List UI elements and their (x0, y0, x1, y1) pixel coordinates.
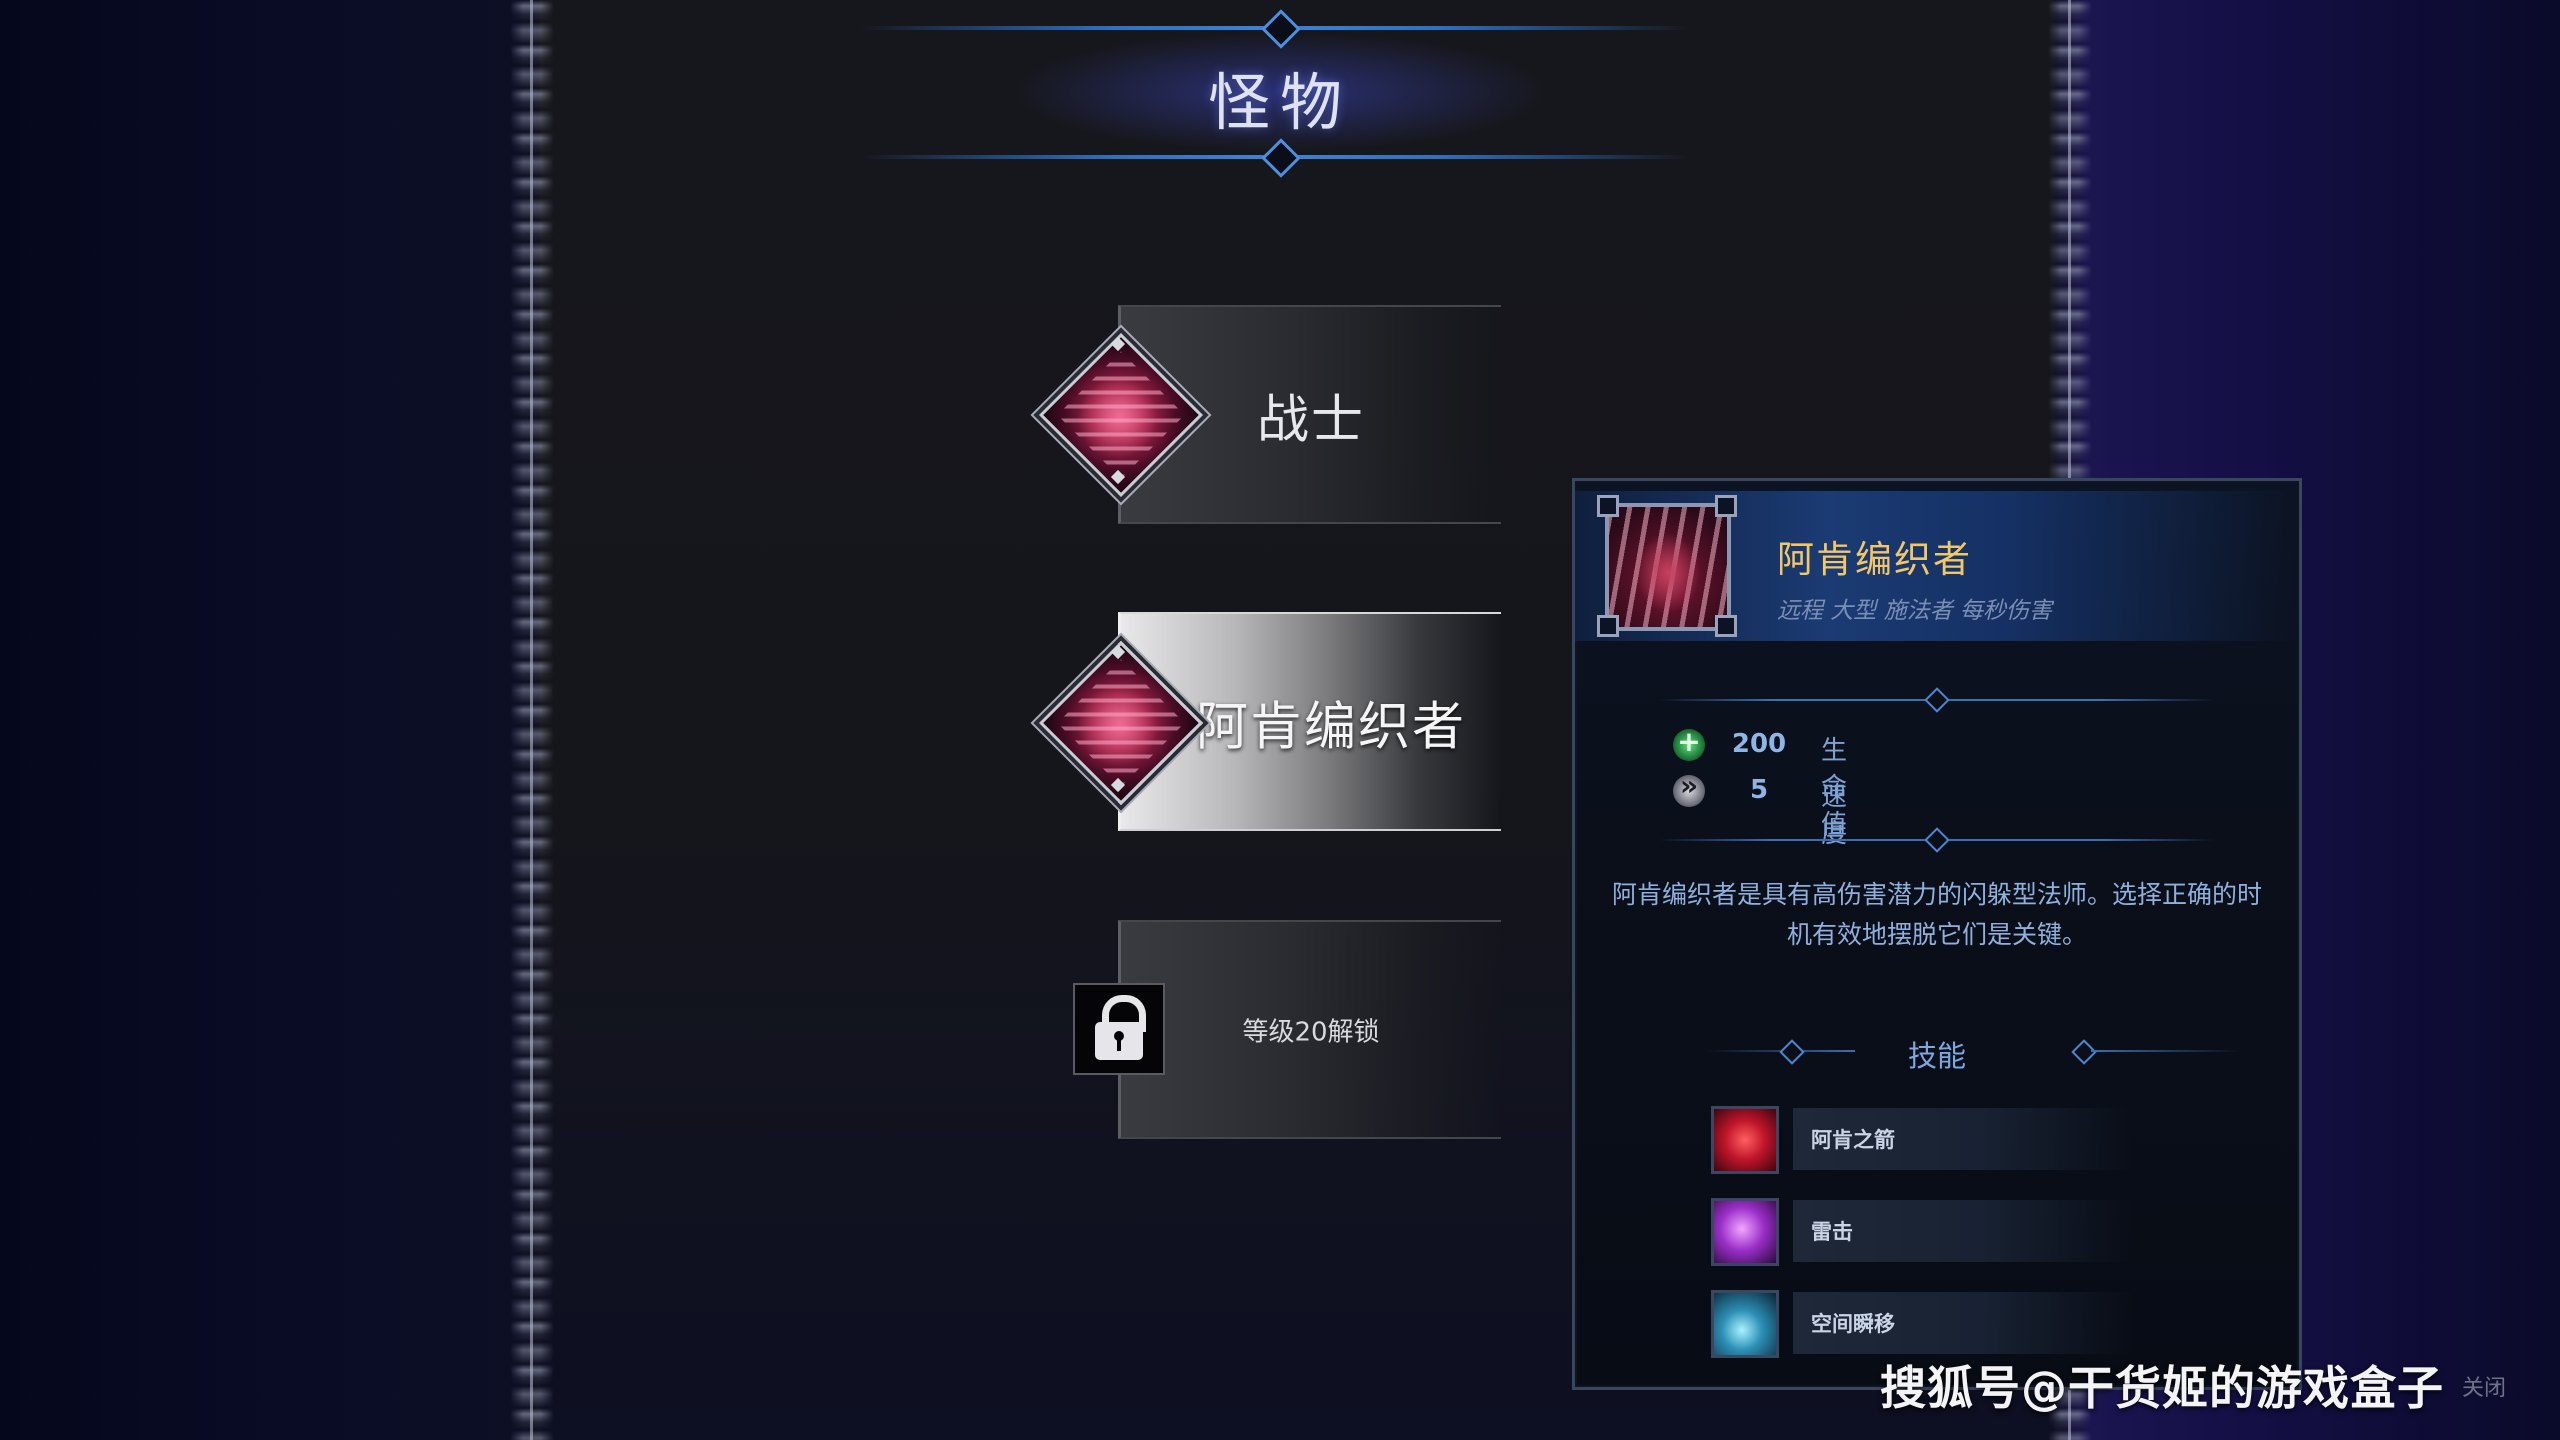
thunder-strike-icon (1711, 1198, 1779, 1266)
page-title: 怪物 (1207, 66, 1352, 139)
frame-corner (1715, 615, 1737, 637)
speed-icon (1673, 769, 1705, 807)
frame-corner (1715, 495, 1737, 517)
unlock-requirement-label: 等级20解锁 (1242, 1017, 1380, 1047)
skill-row[interactable]: 雷击 (1711, 1198, 2151, 1268)
skills-heading: 技能 (1907, 1039, 1966, 1073)
left-vine-border (510, 0, 554, 1440)
frame-corner (1597, 495, 1619, 517)
divider-diamond (1924, 687, 1950, 713)
skill-name: 阿肯之箭 (1811, 1128, 1895, 1152)
monster-entry-locked: 等级20解锁 (1118, 920, 1501, 1139)
monster-detail-panel: 阿肯编织者 远程 大型 施法者 每秒伤害 200 生命值 5 速度 阿肯编织者是… (1572, 478, 2302, 1390)
stat-value: 5 (1749, 775, 1769, 805)
stat-value: 200 (1731, 729, 1787, 759)
monster-tags: 远程 大型 施法者 每秒伤害 (1777, 598, 2052, 624)
skill-name: 空间瞬移 (1811, 1312, 1895, 1336)
skill-name: 雷击 (1811, 1220, 1853, 1244)
health-icon (1673, 725, 1705, 761)
divider-diamond (1924, 827, 1950, 853)
skills-divider-right (2091, 1050, 2241, 1052)
arcane-weaver-portrait-icon (1605, 503, 1731, 631)
frame-corner (1597, 615, 1619, 637)
arcane-arrow-icon (1711, 1106, 1779, 1174)
monster-entry-label: 阿肯编织者 (1195, 697, 1466, 757)
close-button[interactable]: 关闭 (2462, 1370, 2506, 1402)
skill-row[interactable]: 阿肯之箭 (1711, 1106, 2151, 1176)
lock-icon (1073, 983, 1165, 1075)
skill-row[interactable]: 空间瞬移 (1711, 1290, 2151, 1360)
spatial-blink-icon (1711, 1290, 1779, 1358)
watermark-text: 搜狐号@干货姬的游戏盒子 (1880, 1361, 2444, 1415)
monster-description: 阿肯编织者是具有高伤害潜力的闪躲型法师。选择正确的时机有效地摆脱它们是关键。 (1611, 880, 2262, 949)
monster-name: 阿肯编织者 (1777, 538, 1972, 581)
